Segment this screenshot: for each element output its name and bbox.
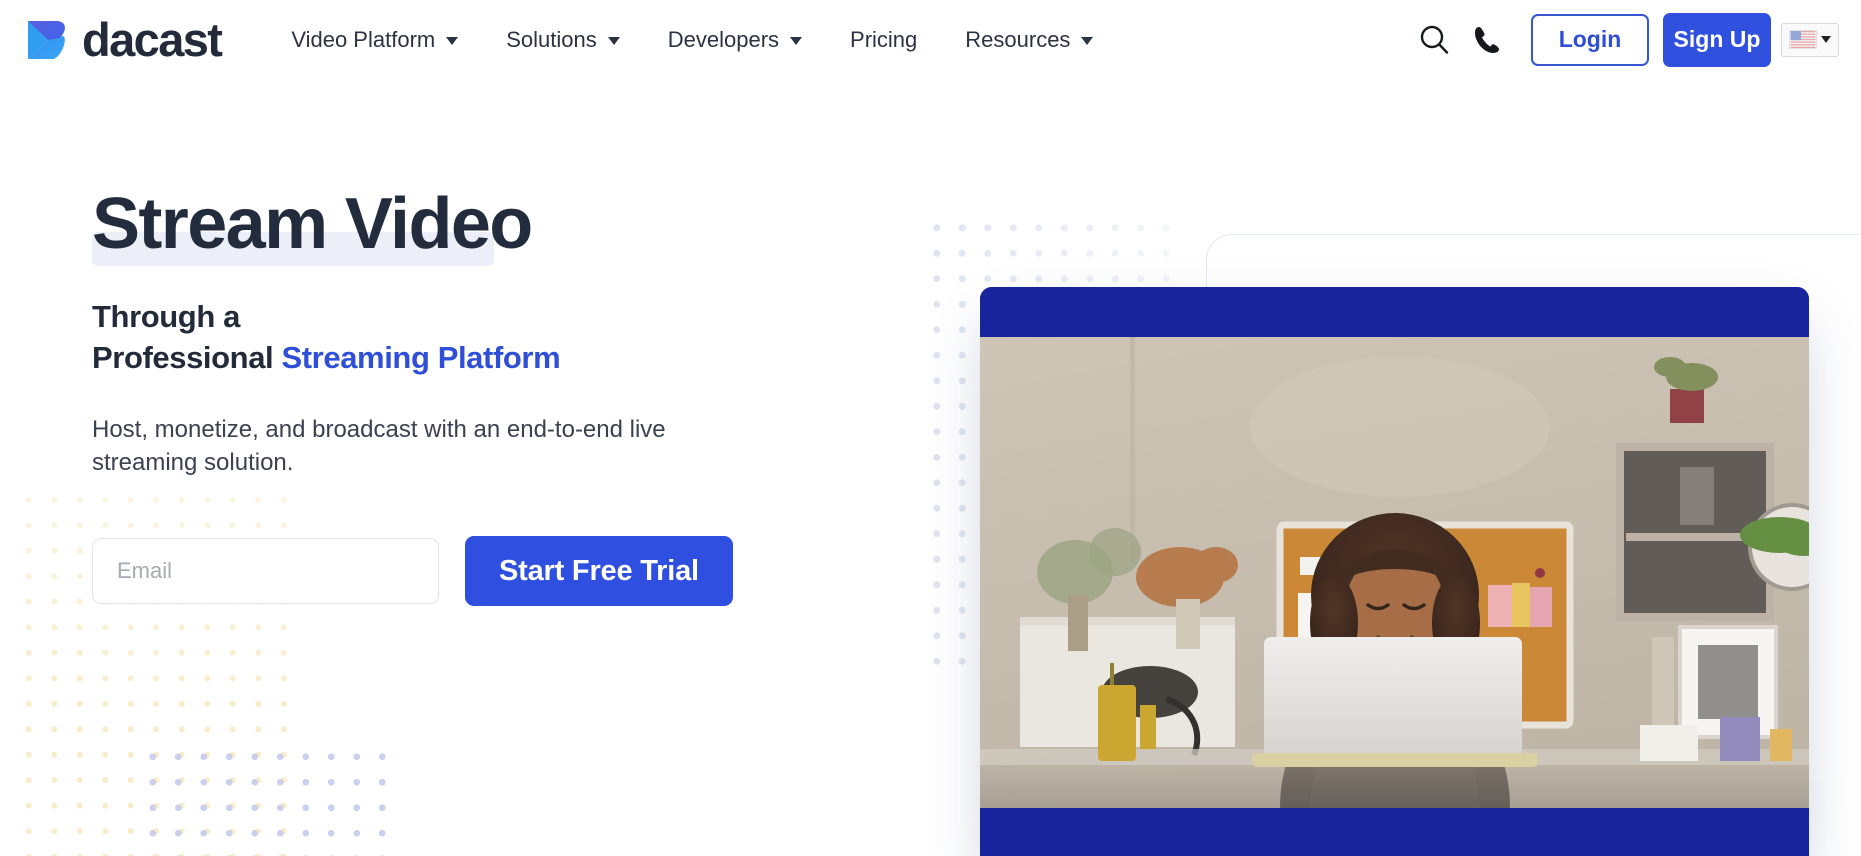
main-nav: Video Platform Solutions Developers Pric… [267, 17, 1117, 63]
trial-signup-form: Start Free Trial [92, 536, 792, 607]
hero-video-player[interactable] [980, 287, 1809, 856]
subheading-line-1: Through a [92, 298, 240, 334]
nav-label: Resources [965, 26, 1071, 52]
brand-logo[interactable]: dacast [26, 13, 223, 66]
nav-item-solutions[interactable]: Solutions [482, 17, 644, 63]
hero-section: Stream Video Through a Professional Stre… [0, 79, 1861, 856]
login-button[interactable]: Login [1531, 13, 1649, 66]
chevron-down-icon [607, 37, 620, 45]
us-flag-icon [1789, 30, 1817, 49]
signup-button[interactable]: Sign Up [1663, 12, 1771, 67]
nav-item-video-platform[interactable]: Video Platform [267, 17, 482, 63]
nav-item-developers[interactable]: Developers [644, 17, 826, 63]
subheading-accent: Streaming Platform [281, 340, 561, 376]
hero-subheading: Through a Professional Streaming Platfor… [92, 296, 792, 378]
nav-label: Pricing [850, 26, 918, 52]
language-selector[interactable] [1781, 22, 1839, 57]
chevron-down-icon [790, 37, 803, 45]
brand-name: dacast [82, 13, 223, 66]
start-free-trial-button[interactable]: Start Free Trial [465, 536, 733, 607]
hero-blurb: Host, monetize, and broadcast with an en… [92, 416, 666, 477]
dacast-chevron-logo-icon [26, 19, 70, 61]
subheading-line-2: Professional Streaming Platform [92, 337, 792, 378]
nav-label: Developers [667, 26, 780, 52]
chevron-down-icon [446, 37, 459, 45]
nav-item-pricing[interactable]: Pricing [826, 17, 941, 63]
nav-label: Video Platform [291, 26, 436, 52]
nav-item-resources[interactable]: Resources [941, 17, 1117, 63]
player-bottom-bar [980, 808, 1809, 856]
player-top-bar [980, 287, 1809, 337]
player-video-poster[interactable] [980, 337, 1809, 808]
site-header: dacast Video Platform Solutions Develope… [0, 0, 1861, 79]
search-icon[interactable] [1407, 13, 1461, 67]
page-title: Stream Video [92, 184, 533, 264]
phone-icon[interactable] [1461, 13, 1515, 67]
chevron-down-icon [1081, 37, 1094, 45]
header-actions: Login Sign Up [1407, 12, 1839, 67]
chevron-down-icon [1821, 36, 1831, 43]
hero-headline-wrap: Stream Video [92, 184, 533, 266]
subheading-prefix: Professional [92, 340, 282, 376]
nav-label: Solutions [506, 26, 597, 52]
hero-copy: Stream Video Through a Professional Stre… [92, 184, 792, 607]
email-input[interactable] [92, 538, 439, 605]
decorative-dot-grid-lavender [140, 744, 402, 856]
